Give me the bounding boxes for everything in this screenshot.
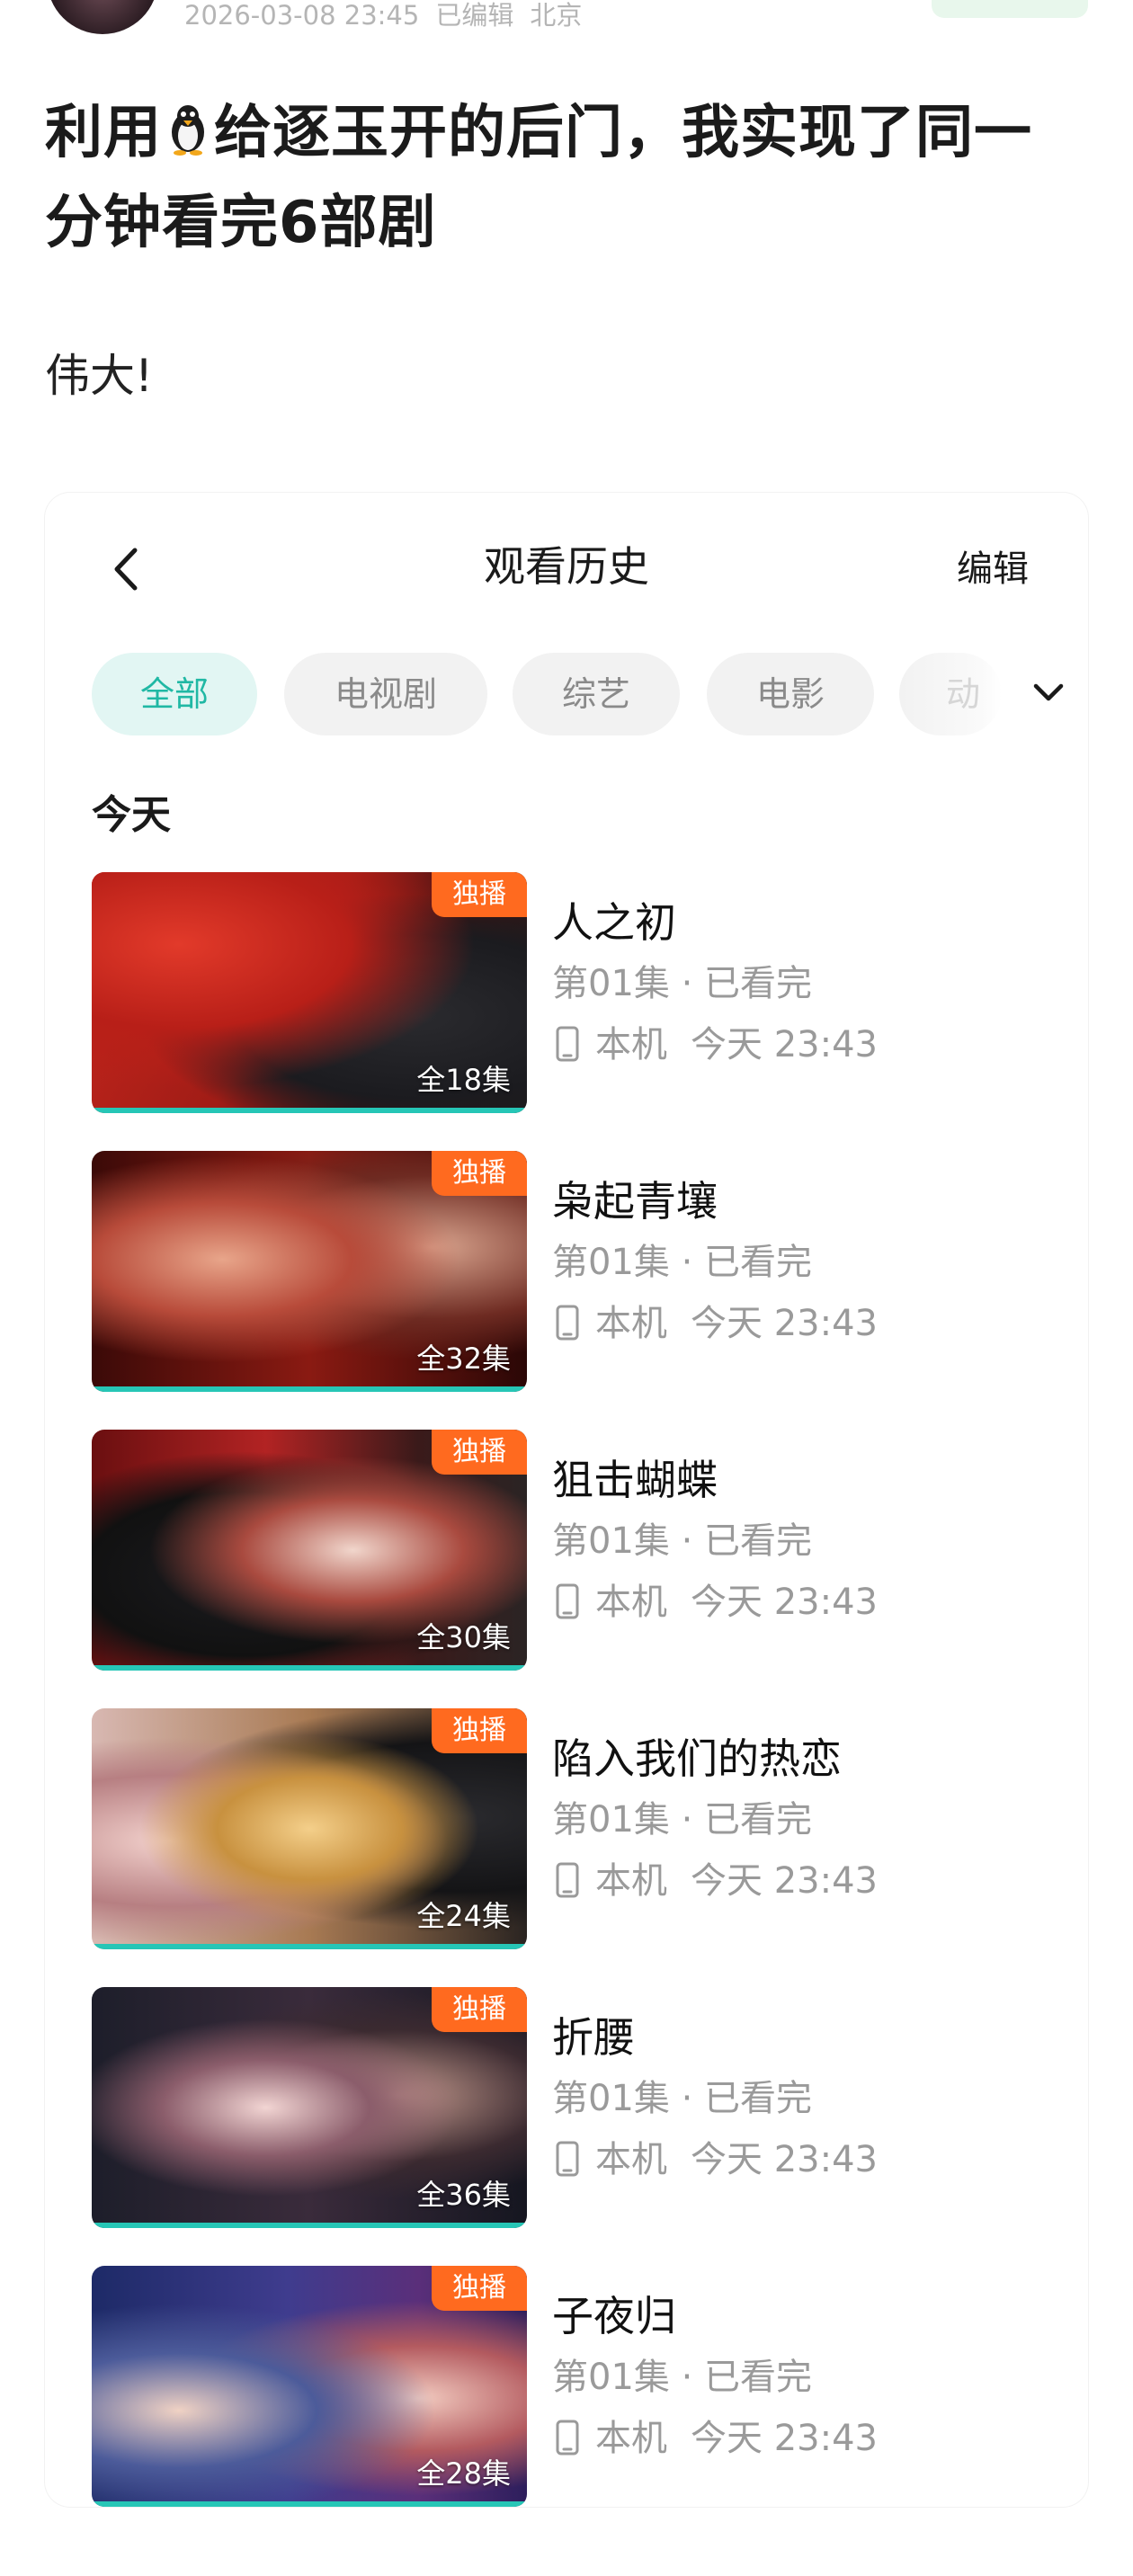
cover-thumbnail[interactable]: 独播 全24集 xyxy=(92,1708,527,1949)
follow-button[interactable] xyxy=(932,0,1088,18)
exclusive-badge: 独播 xyxy=(432,1430,527,1475)
post-title-start: 利用 xyxy=(45,100,162,166)
tab-anime[interactable]: 动 xyxy=(899,653,1002,735)
tab-variety[interactable]: 综艺 xyxy=(513,653,680,735)
cover-thumbnail[interactable]: 独播 全30集 xyxy=(92,1430,527,1671)
item-info: 折腰 第01集 · 已看完 本机 今天 23:43 xyxy=(552,2010,1038,2185)
phone-icon xyxy=(556,1861,579,1898)
page-title: 观看历史 xyxy=(484,542,649,591)
exclusive-badge: 独播 xyxy=(432,872,527,917)
item-info: 子夜归 第01集 · 已看完 本机 今天 23:43 xyxy=(552,2289,1038,2464)
episode-count: 全30集 xyxy=(416,1620,511,1654)
exclusive-badge: 独播 xyxy=(432,1987,527,2032)
watch-time: 今天 23:43 xyxy=(691,2139,878,2180)
device-row: 本机 今天 23:43 xyxy=(552,2413,1038,2464)
edited-label: 已编辑 xyxy=(435,0,514,31)
show-title[interactable]: 枭起青壤 xyxy=(552,1174,1038,1228)
watch-progress-bar xyxy=(92,2223,527,2228)
episode-count: 全36集 xyxy=(416,2178,511,2212)
episode-progress: 第01集 · 已看完 xyxy=(552,1520,813,1562)
history-item[interactable]: 独播 全24集 陷入我们的热恋 第01集 · 已看完 本机 今天 23:43 xyxy=(92,1708,1045,1951)
penguin-icon xyxy=(165,94,210,180)
item-info: 陷入我们的热恋 第01集 · 已看完 本机 今天 23:43 xyxy=(552,1732,1038,1906)
post-meta: 2026-03-08 23:45 已编辑 北京 xyxy=(0,0,1133,36)
watch-progress-bar xyxy=(92,1108,527,1113)
history-item[interactable]: 独播 全28集 子夜归 第01集 · 已看完 本机 今天 23:43 xyxy=(92,2266,1045,2507)
chevron-down-icon[interactable] xyxy=(1029,673,1068,712)
item-info: 狙击蝴蝶 第01集 · 已看完 本机 今天 23:43 xyxy=(552,1453,1038,1627)
edit-button[interactable]: 编辑 xyxy=(957,539,1029,592)
device-row: 本机 今天 23:43 xyxy=(552,1298,1038,1349)
filter-chips: 全部 电视剧 综艺 电影 动 xyxy=(92,653,1064,739)
device-row: 本机 今天 23:43 xyxy=(552,1577,1038,1627)
device-row: 本机 今天 23:43 xyxy=(552,1020,1038,1070)
phone-icon xyxy=(556,1582,579,1619)
section-today: 今天 xyxy=(92,792,171,838)
show-title[interactable]: 子夜归 xyxy=(552,2289,1038,2343)
watch-progress-bar xyxy=(92,1386,527,1392)
phone-icon xyxy=(556,1025,579,1062)
episode-count: 全18集 xyxy=(416,1063,511,1097)
episode-count: 全28集 xyxy=(416,2456,511,2491)
item-info: 枭起青壤 第01集 · 已看完 本机 今天 23:43 xyxy=(552,1174,1038,1349)
episode-count: 全32集 xyxy=(416,1341,511,1376)
tab-movie[interactable]: 电影 xyxy=(707,653,874,735)
exclusive-badge: 独播 xyxy=(432,1151,527,1196)
watch-time: 今天 23:43 xyxy=(691,1024,878,1065)
phone-icon xyxy=(556,2140,579,2177)
history-item[interactable]: 独播 全18集 人之初 第01集 · 已看完 本机 今天 23:43 xyxy=(92,872,1045,1115)
cover-thumbnail[interactable]: 独播 全32集 xyxy=(92,1151,527,1392)
device-row: 本机 今天 23:43 xyxy=(552,2135,1038,2185)
watch-history-screenshot: 观看历史 编辑 全部 电视剧 综艺 电影 动 今天 独播 全18集 人之初 第0… xyxy=(45,493,1088,2507)
watch-time: 今天 23:43 xyxy=(691,1582,878,1623)
nav-bar: 观看历史 编辑 xyxy=(45,493,1088,637)
post-title: 利用 给逐玉开的后门，我实现了同一分钟看完6部剧 xyxy=(45,90,1088,266)
show-title[interactable]: 陷入我们的热恋 xyxy=(552,1732,1038,1786)
device-label: 本机 xyxy=(595,1860,667,1902)
episode-progress: 第01集 · 已看完 xyxy=(552,2078,813,2119)
exclusive-badge: 独播 xyxy=(432,2266,527,2311)
device-label: 本机 xyxy=(595,1024,667,1065)
device-row: 本机 今天 23:43 xyxy=(552,1856,1038,1906)
phone-icon xyxy=(556,2419,579,2456)
history-item[interactable]: 独播 全30集 狙击蝴蝶 第01集 · 已看完 本机 今天 23:43 xyxy=(92,1430,1045,1672)
history-item[interactable]: 独播 全32集 枭起青壤 第01集 · 已看完 本机 今天 23:43 xyxy=(92,1151,1045,1394)
watch-progress-bar xyxy=(92,2501,527,2507)
post-timestamp: 2026-03-08 23:45 xyxy=(184,0,420,31)
show-title[interactable]: 折腰 xyxy=(552,2010,1038,2064)
cover-thumbnail[interactable]: 独播 全36集 xyxy=(92,1987,527,2228)
post-meta-text: 2026-03-08 23:45 已编辑 北京 xyxy=(184,0,598,32)
watch-time: 今天 23:43 xyxy=(691,2418,878,2459)
cover-thumbnail[interactable]: 独播 全28集 xyxy=(92,2266,527,2507)
episode-progress: 第01集 · 已看完 xyxy=(552,963,813,1004)
tab-all[interactable]: 全部 xyxy=(92,653,257,735)
watch-progress-bar xyxy=(92,1944,527,1949)
location-label: 北京 xyxy=(530,0,583,31)
show-title[interactable]: 人之初 xyxy=(552,896,1038,949)
watch-progress-bar xyxy=(92,1665,527,1671)
post-body: 伟大! xyxy=(45,350,154,402)
watch-time: 今天 23:43 xyxy=(691,1860,878,1902)
device-label: 本机 xyxy=(595,2418,667,2459)
avatar[interactable] xyxy=(47,0,158,34)
episode-progress: 第01集 · 已看完 xyxy=(552,2357,813,2398)
tab-tv-series[interactable]: 电视剧 xyxy=(284,653,487,735)
device-label: 本机 xyxy=(595,2139,667,2180)
episode-progress: 第01集 · 已看完 xyxy=(552,1799,813,1841)
show-title[interactable]: 狙击蝴蝶 xyxy=(552,1453,1038,1507)
history-item[interactable]: 独播 全36集 折腰 第01集 · 已看完 本机 今天 23:43 xyxy=(92,1987,1045,2230)
device-label: 本机 xyxy=(595,1582,667,1623)
exclusive-badge: 独播 xyxy=(432,1708,527,1753)
item-info: 人之初 第01集 · 已看完 本机 今天 23:43 xyxy=(552,896,1038,1070)
episode-progress: 第01集 · 已看完 xyxy=(552,1242,813,1283)
device-label: 本机 xyxy=(595,1303,667,1344)
cover-thumbnail[interactable]: 独播 全18集 xyxy=(92,872,527,1113)
watch-time: 今天 23:43 xyxy=(691,1303,878,1344)
phone-icon xyxy=(556,1304,579,1341)
episode-count: 全24集 xyxy=(416,1899,511,1933)
